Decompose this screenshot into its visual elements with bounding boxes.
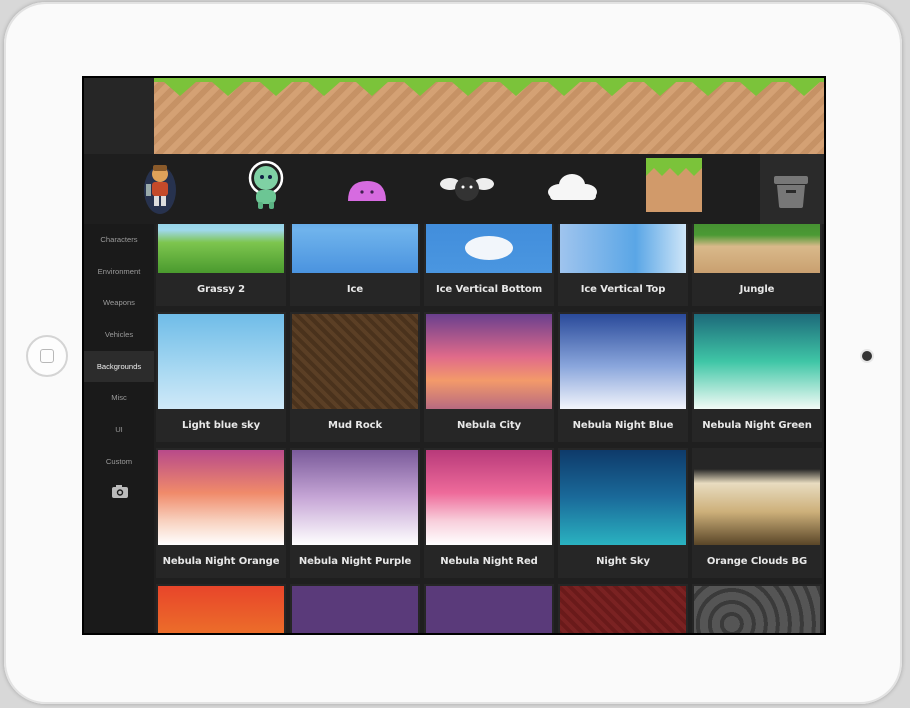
thumb-nebula-night-blue xyxy=(560,314,686,409)
tile-grassy-2[interactable]: Grassy 2 xyxy=(156,224,286,306)
grass-block-icon[interactable] xyxy=(644,154,706,224)
preview-side-panel xyxy=(84,78,154,154)
tile-nebula-night-blue[interactable]: Nebula Night Blue xyxy=(558,312,688,442)
thumb-ice-vertical-bottom xyxy=(426,224,552,273)
tile-row4-1[interactable] xyxy=(156,584,286,633)
sidebar-item-backgrounds[interactable]: Backgrounds xyxy=(84,350,154,383)
thumb-nebula-night-green xyxy=(694,314,820,409)
thumb-row4-2 xyxy=(292,586,418,633)
sidebar-item-characters[interactable]: Characters xyxy=(84,224,154,256)
tile-label: Night Sky xyxy=(596,556,650,567)
tile-label: Nebula Night Blue xyxy=(572,420,674,431)
tile-label: Nebula Night Purple xyxy=(298,556,412,567)
tile-orange-clouds-bg[interactable]: Orange Clouds BG xyxy=(692,448,822,578)
tile-label: Nebula Night Orange xyxy=(162,556,280,567)
thumb-row4-4 xyxy=(560,586,686,633)
sidebar-item-vehicles[interactable]: Vehicles xyxy=(84,319,154,351)
object-toolbar xyxy=(84,154,824,224)
tile-label: Grassy 2 xyxy=(197,284,245,295)
thumb-nebula-city xyxy=(426,314,552,409)
tile-night-sky[interactable]: Night Sky xyxy=(558,448,688,578)
tile-nebula-night-red[interactable]: Nebula Night Red xyxy=(424,448,554,578)
tile-nebula-night-purple[interactable]: Nebula Night Purple xyxy=(290,448,420,578)
thumb-jungle xyxy=(694,224,820,273)
tile-row4-4[interactable] xyxy=(558,584,688,633)
tile-jungle[interactable]: Jungle xyxy=(692,224,822,306)
level-preview[interactable] xyxy=(154,78,824,154)
thumb-light-blue-sky xyxy=(158,314,284,409)
tile-label: Nebula Night Green xyxy=(702,420,812,431)
tile-mud-rock[interactable]: Mud Rock xyxy=(290,312,420,442)
tile-light-blue-sky[interactable]: Light blue sky xyxy=(156,312,286,442)
camera-button[interactable] xyxy=(84,478,154,508)
thumb-night-sky xyxy=(560,450,686,545)
tile-nebula-city[interactable]: Nebula City xyxy=(424,312,554,442)
tile-label: Orange Clouds BG xyxy=(706,556,808,567)
tile-ice[interactable]: Ice xyxy=(290,224,420,306)
thumb-nebula-night-red xyxy=(426,450,552,545)
character-alien-icon[interactable] xyxy=(236,154,298,224)
home-square-icon xyxy=(40,349,54,363)
character-winged-blob-icon[interactable] xyxy=(436,154,498,224)
sidebar-item-environment[interactable]: Environment xyxy=(84,256,154,288)
sidebar-item-weapons[interactable]: Weapons xyxy=(84,287,154,319)
tile-row4-5[interactable] xyxy=(692,584,822,633)
sidebar-item-misc[interactable]: Misc xyxy=(84,382,154,414)
tile-label: Ice xyxy=(346,284,364,295)
trash-button[interactable] xyxy=(760,154,824,224)
character-slime-icon[interactable] xyxy=(336,154,398,224)
tile-label: Light blue sky xyxy=(181,420,261,431)
front-camera xyxy=(862,351,872,361)
home-button[interactable] xyxy=(26,335,68,377)
sidebar-item-ui[interactable]: UI xyxy=(84,414,154,446)
ice-floe-image xyxy=(465,236,513,260)
thumb-row4-5 xyxy=(694,586,820,633)
thumb-orange-clouds-bg xyxy=(694,450,820,545)
thumb-mud-rock xyxy=(292,314,418,409)
trash-icon xyxy=(774,176,808,208)
cloud-icon[interactable] xyxy=(540,154,602,224)
tile-label: Mud Rock xyxy=(327,420,383,431)
tile-label: Ice Vertical Bottom xyxy=(435,284,543,295)
grass-ground-preview xyxy=(154,78,824,96)
app-screen: Characters Environment Weapons Vehicles … xyxy=(82,76,826,635)
tile-nebula-night-orange[interactable]: Nebula Night Orange xyxy=(156,448,286,578)
thumb-nebula-night-purple xyxy=(292,450,418,545)
character-knight-icon[interactable] xyxy=(128,154,190,224)
thumb-ice-vertical-top xyxy=(560,224,686,273)
tile-label: Jungle xyxy=(739,284,775,295)
tile-label: Nebula City xyxy=(456,420,522,431)
tile-row4-3[interactable] xyxy=(424,584,554,633)
camera-icon xyxy=(112,484,128,498)
thumb-row4-1 xyxy=(158,586,284,633)
thumb-row4-3 xyxy=(426,586,552,633)
thumb-grassy-2 xyxy=(158,224,284,273)
tile-nebula-night-green[interactable]: Nebula Night Green xyxy=(692,312,822,442)
tile-row4-2[interactable] xyxy=(290,584,420,633)
tile-label: Ice Vertical Top xyxy=(580,284,666,295)
tile-ice-vertical-bottom[interactable]: Ice Vertical Bottom xyxy=(424,224,554,306)
tile-ice-vertical-top[interactable]: Ice Vertical Top xyxy=(558,224,688,306)
thumb-nebula-night-orange xyxy=(158,450,284,545)
thumb-ice xyxy=(292,224,418,273)
background-grid: Grassy 2 Ice Ice Vertical Bottom Ice Ver… xyxy=(154,224,824,633)
sidebar-item-custom[interactable]: Custom xyxy=(84,446,154,478)
category-sidebar: Characters Environment Weapons Vehicles … xyxy=(84,224,154,633)
tile-label: Nebula Night Red xyxy=(440,556,538,567)
